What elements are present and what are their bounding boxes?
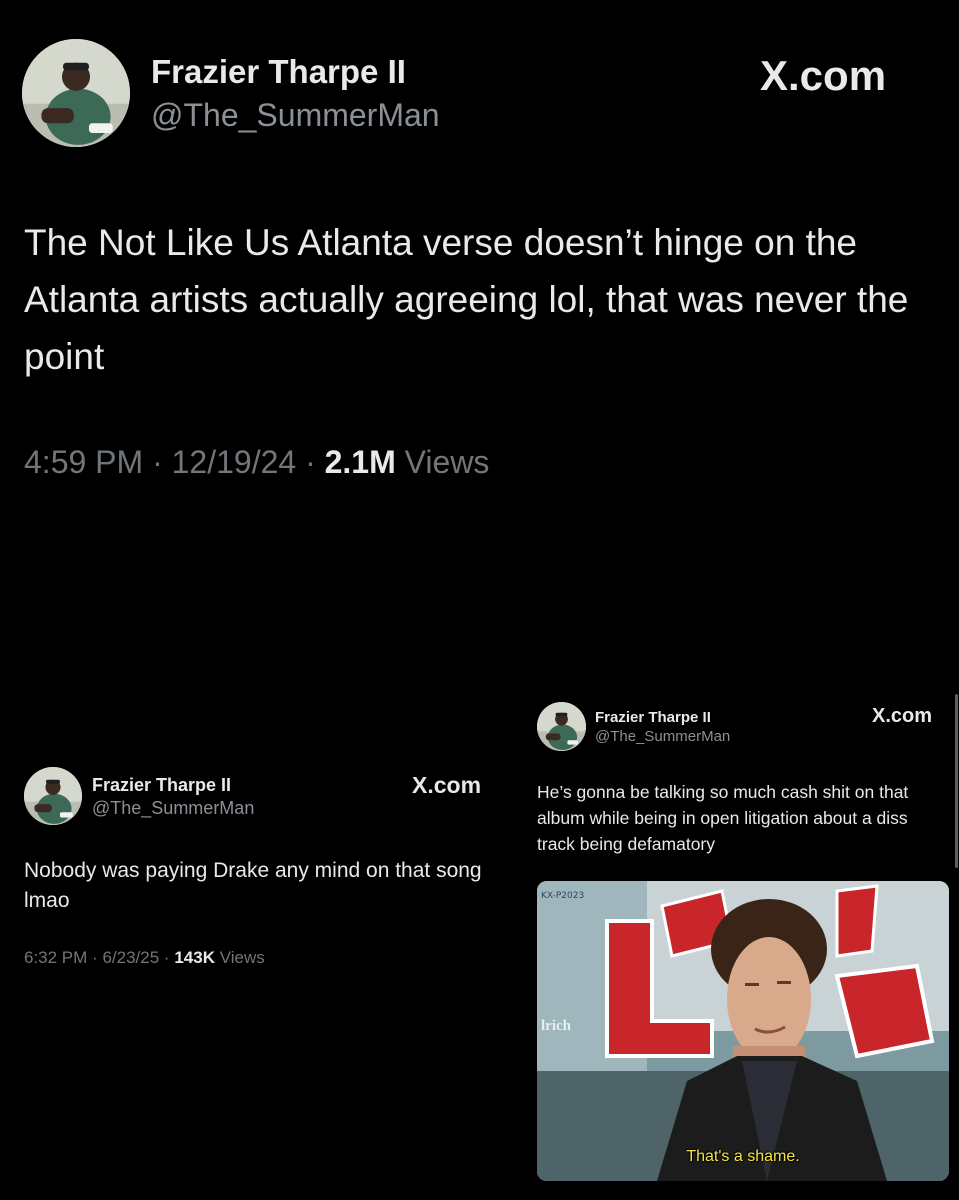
separator: · [305, 444, 316, 480]
image-side-text: lrich [541, 1018, 571, 1034]
separator: · [92, 948, 98, 967]
views-count: 2.1M [324, 444, 396, 480]
image-caption: That's a shame. [686, 1148, 800, 1165]
author-avatar[interactable] [24, 767, 82, 825]
author-avatar[interactable] [22, 39, 130, 147]
tweet-media-image[interactable] [537, 881, 949, 1181]
tweet-text: The Not Like Us Atlanta verse doesn’t hi… [24, 222, 909, 377]
site-label: X.com [760, 52, 887, 99]
author-name[interactable]: Frazier Tharpe II [92, 775, 231, 796]
separator: · [163, 948, 170, 967]
avatar-photo [537, 702, 586, 751]
tv-scene-illustration [537, 881, 949, 1181]
author-name[interactable]: Frazier Tharpe II [595, 709, 711, 726]
avatar-photo [24, 767, 82, 825]
tweet-time[interactable]: 6:32 PM [24, 948, 87, 967]
image-code-text: KX-P2023 [541, 891, 585, 901]
site-label: X.com [412, 772, 482, 798]
tweet-text: Nobody was paying Drake any mind on that… [24, 859, 482, 912]
author-handle[interactable]: @The_SummerMan [92, 798, 254, 819]
views-label: Views [219, 948, 265, 967]
views-count: 143K [174, 948, 215, 967]
tweet-time[interactable]: 4:59 PM [24, 444, 143, 480]
author-handle[interactable]: @The_SummerMan [595, 728, 730, 745]
separator: · [152, 444, 163, 480]
tweet-date[interactable]: 12/19/24 [172, 444, 297, 480]
views-label: Views [404, 444, 490, 480]
author-name[interactable]: Frazier Tharpe II [151, 53, 406, 91]
tweet-meta: 6:32 PM · 6/23/25 · 143K Views [24, 948, 265, 968]
scrollbar[interactable] [955, 694, 958, 868]
tweet-date[interactable]: 6/23/25 [102, 948, 159, 967]
tweet-text: He’s gonna be talking so much cash shit … [537, 782, 909, 854]
author-handle[interactable]: @The_SummerMan [151, 97, 440, 134]
site-label: X.com [872, 705, 933, 727]
tweet-meta: 4:59 PM · 12/19/24 · 2.1M Views [24, 444, 489, 481]
avatar-photo [22, 39, 130, 147]
author-avatar[interactable] [537, 702, 586, 751]
